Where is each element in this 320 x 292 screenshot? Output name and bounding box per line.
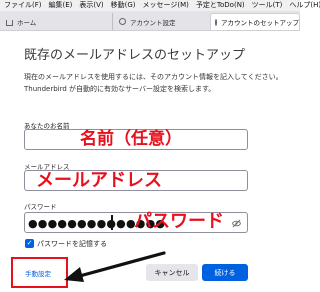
page-description: 現在のメールアドレスを使用するには、そのアカウント情報を記入してください。 Th… [24,71,286,95]
menu-file[interactable]: ファイル(F) [0,0,45,11]
tab-account-setup[interactable]: アカウントのセットアップ [210,13,300,30]
gear-icon [215,18,217,26]
menu-tools[interactable]: ツール(T) [248,0,286,11]
description-line-1: 現在のメールアドレスを使用するには、そのアカウント情報を記入してください。 [24,73,283,81]
menu-edit[interactable]: 編集(E) [45,0,76,11]
tab-bar: ホーム アカウント設定 アカウントのセットアップ [0,11,300,31]
password-field-label: パスワード [24,203,57,211]
page-title: 既存のメールアドレスのセットアップ [24,48,246,63]
menu-bar: ファイル(F) 編集(E) 表示(V) 移動(G) メッセージ(M) 予定とTo… [0,0,320,11]
home-icon [6,19,13,26]
remember-password-checkbox[interactable]: ✓ [25,239,34,248]
tab-account-settings[interactable]: アカウント設定 [112,13,208,30]
password-annotation: パスワード [134,211,224,232]
text-cursor [111,215,113,230]
cancel-button[interactable]: キャンセル [146,264,198,281]
checkmark-icon: ✓ [26,239,33,247]
menu-message[interactable]: メッセージ(M) [139,0,192,11]
tab-account-setup-label: アカウントのセットアップ [221,19,299,27]
name-annotation: 名前（任意） [80,129,182,149]
tab-account-settings-label: アカウント設定 [130,18,176,27]
gear-icon [119,18,126,25]
tab-home[interactable]: ホーム [2,13,112,30]
menu-view[interactable]: 表示(V) [75,0,106,11]
email-annotation: メールアドレス [36,170,162,191]
show-password-icon[interactable] [232,219,241,228]
tab-home-label: ホーム [17,18,37,27]
menu-help[interactable]: ヘルプ(H) [285,0,320,11]
menu-go[interactable]: 移動(G) [107,0,139,11]
menu-events-tasks[interactable]: 予定とToDo(N) [192,0,248,11]
manual-setup-button[interactable]: 手動設定 [25,268,51,278]
description-line-2: Thunderbird が自動的に有効なサーバー設定を検索します。 [24,85,216,93]
continue-button[interactable]: 続ける [202,264,248,281]
